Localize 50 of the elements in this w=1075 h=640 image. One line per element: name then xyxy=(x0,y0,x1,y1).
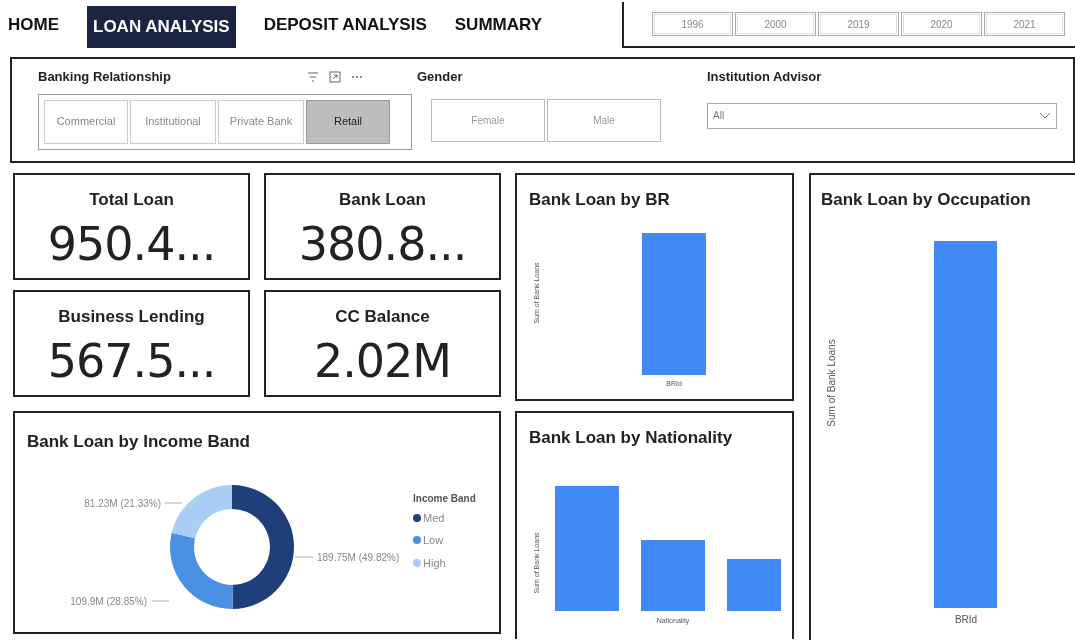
filter-option[interactable]: Private Bank xyxy=(218,99,304,144)
nav-tab[interactable]: HOME xyxy=(8,8,59,42)
kpi-title: Total Loan xyxy=(89,189,174,211)
kpi-value: 950.4... xyxy=(47,215,216,273)
chart-title: Bank Loan by Occupation xyxy=(821,189,1032,211)
data-label: 109.9M (28.85%) xyxy=(70,595,147,607)
legend-label: High xyxy=(423,555,446,571)
expand-icon[interactable] xyxy=(328,70,341,83)
bar xyxy=(641,539,705,611)
chart-title: Bank Loan by BR xyxy=(529,189,671,211)
kpi-value: 567.5... xyxy=(47,332,216,390)
axis-title: BRId xyxy=(954,613,978,625)
bar xyxy=(727,558,781,611)
year-button[interactable]: 2019 xyxy=(818,12,899,36)
filter-icon[interactable] xyxy=(306,71,319,82)
kpi-value: 380.8... xyxy=(298,215,467,273)
chevron-down-icon xyxy=(1039,112,1051,119)
leader-line xyxy=(294,556,314,557)
filter-option[interactable]: Retail xyxy=(306,99,390,144)
year-button[interactable]: 2020 xyxy=(901,12,982,36)
chart-title: Bank Loan by Nationality xyxy=(529,427,734,449)
legend-label: Med xyxy=(423,510,445,526)
slicer-title: Gender xyxy=(417,68,464,86)
nav-tab[interactable]: LOAN ANALYSIS xyxy=(87,6,236,48)
year-button[interactable]: 2000 xyxy=(735,12,816,36)
data-label: 189.75M (49.82%) xyxy=(317,551,400,563)
kpi-title: CC Balance xyxy=(335,306,430,328)
kpi-value: 2.02M xyxy=(313,332,452,390)
dropdown-value: All xyxy=(713,109,725,123)
kpi-title: Business Lending xyxy=(58,306,205,328)
data-label: 81.23M (21.33%) xyxy=(84,497,161,509)
kpi-title: Bank Loan xyxy=(339,189,426,211)
filter-option[interactable]: Institutional xyxy=(130,99,216,144)
filter-option[interactable]: Commercial xyxy=(44,99,128,144)
axis-title: Sum of Bank Loans xyxy=(826,338,837,427)
slicer-title: Banking Relationship xyxy=(38,68,171,86)
advisor-dropdown[interactable]: All xyxy=(707,102,1057,129)
chart-title: Bank Loan by Income Band xyxy=(27,431,251,453)
filter-option[interactable]: Female xyxy=(431,98,545,142)
nav-tab[interactable]: DEPOSIT ANALYSIS xyxy=(263,8,427,42)
slicer-title: Institution Advisor xyxy=(707,68,823,86)
year-button[interactable]: 1996 xyxy=(652,12,733,36)
more-icon[interactable] xyxy=(350,74,363,79)
legend-label: Low xyxy=(423,533,444,548)
year-button[interactable]: 2021 xyxy=(984,12,1065,36)
nav-tab[interactable]: SUMMARY xyxy=(454,8,542,42)
leader-line xyxy=(151,600,170,601)
leader-line xyxy=(164,502,183,503)
legend-title: Income Band xyxy=(413,491,476,506)
filter-option[interactable]: Male xyxy=(547,98,661,142)
